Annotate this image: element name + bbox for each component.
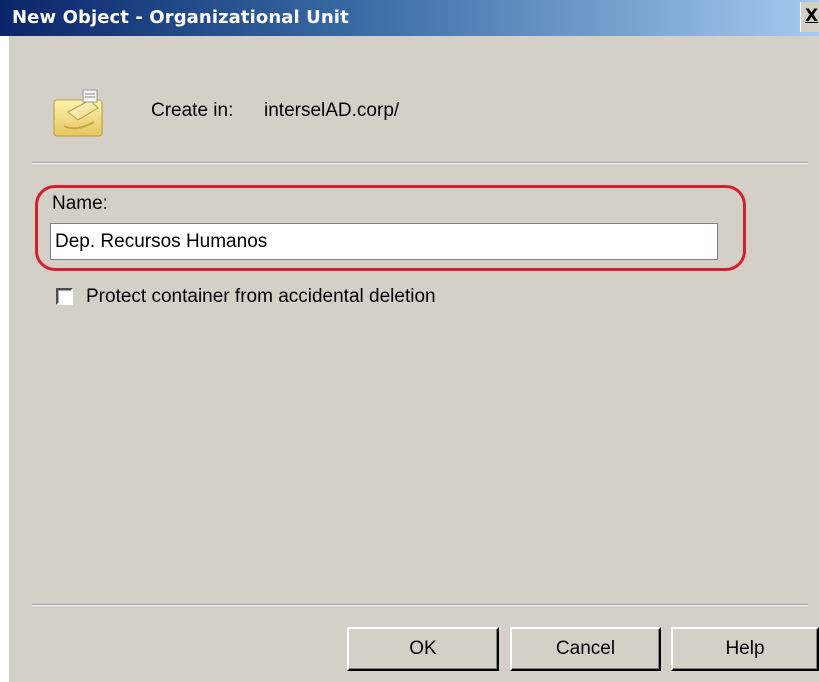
create-in-label: Create in:	[151, 100, 234, 121]
ok-button[interactable]: OK	[347, 627, 499, 671]
name-label: Name:	[52, 193, 108, 214]
window-edge	[0, 36, 9, 682]
create-in-path: interselAD.corp/	[264, 100, 400, 121]
name-input[interactable]	[50, 223, 718, 260]
title-bar: New Object - Organizational Unit X	[0, 0, 819, 36]
protect-from-deletion-label[interactable]: Protect container from accidental deleti…	[86, 286, 436, 308]
organizational-unit-folder-icon	[53, 89, 103, 137]
help-button[interactable]: Help	[671, 627, 819, 671]
new-object-dialog: New Object - Organizational Unit X Creat…	[0, 0, 819, 682]
separator	[32, 604, 808, 606]
window-title: New Object - Organizational Unit	[12, 7, 349, 28]
protect-from-deletion-checkbox[interactable]	[56, 288, 73, 305]
separator	[32, 162, 808, 164]
cancel-button[interactable]: Cancel	[510, 627, 661, 671]
close-icon: X	[805, 6, 819, 26]
close-button[interactable]: X	[800, 2, 819, 32]
